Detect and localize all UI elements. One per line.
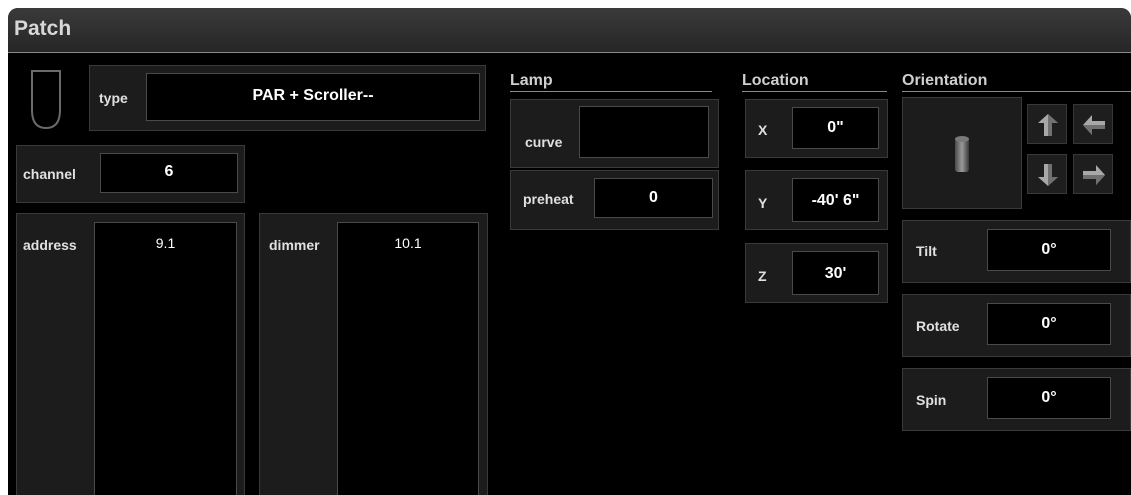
x-label: X <box>758 122 768 138</box>
patch-window: Patch type PAR + Scroller-- channel 6 ad… <box>8 8 1131 495</box>
type-value: PAR + Scroller-- <box>252 87 374 104</box>
preheat-panel: preheat 0 <box>510 170 719 230</box>
z-panel: Z 30' <box>745 243 888 303</box>
rotate-value: 0° <box>1041 315 1057 332</box>
dimmer-list[interactable]: 10.1 <box>337 222 479 495</box>
curve-field[interactable] <box>579 106 709 158</box>
x-field[interactable]: 0" <box>792 107 879 149</box>
rotate-panel: Rotate 0° <box>902 294 1131 357</box>
preheat-value: 0 <box>649 189 658 206</box>
spin-value: 0° <box>1041 389 1057 406</box>
z-value: 30' <box>824 265 847 282</box>
channel-value: 6 <box>164 163 174 180</box>
window-title: Patch <box>14 17 72 40</box>
y-value: -40' 6" <box>811 192 860 209</box>
x-value: 0" <box>827 119 844 136</box>
fixture-preview-icon <box>955 136 969 172</box>
lamp-section-title: Lamp <box>510 72 553 89</box>
rotate-left-button[interactable] <box>1073 104 1113 144</box>
rotate-field[interactable]: 0° <box>987 303 1111 345</box>
location-section-divider <box>742 91 887 92</box>
channel-panel: channel 6 <box>16 145 245 203</box>
y-field[interactable]: -40' 6" <box>792 178 879 222</box>
address-label: address <box>23 237 77 253</box>
tilt-field[interactable]: 0° <box>987 229 1111 271</box>
location-section-title: Location <box>742 72 809 89</box>
tilt-up-button[interactable] <box>1027 104 1067 144</box>
address-value: 9.1 <box>155 235 176 251</box>
rotate-label: Rotate <box>916 318 960 334</box>
tilt-panel: Tilt 0° <box>902 220 1131 283</box>
orientation-section-divider <box>902 91 1131 92</box>
z-label: Z <box>758 268 767 284</box>
x-panel: X 0" <box>745 99 888 158</box>
spin-field[interactable]: 0° <box>987 377 1111 419</box>
tilt-label: Tilt <box>916 243 937 259</box>
z-field[interactable]: 30' <box>792 251 879 295</box>
preheat-label: preheat <box>523 191 574 207</box>
y-panel: Y -40' 6" <box>745 170 888 230</box>
y-label: Y <box>758 195 768 211</box>
dimmer-value: 10.1 <box>394 235 422 251</box>
fixture-shape-icon <box>31 70 61 130</box>
title-bar: Patch <box>8 8 1131 52</box>
title-divider <box>8 52 1131 53</box>
dimmer-panel: dimmer 10.1 <box>259 213 488 495</box>
dimmer-label: dimmer <box>269 237 320 253</box>
rotate-right-button[interactable] <box>1073 154 1113 194</box>
curve-label: curve <box>525 134 563 150</box>
orientation-section-title: Orientation <box>902 72 988 89</box>
rotate-left-icon <box>1083 115 1105 135</box>
address-panel: address 9.1 <box>16 213 245 495</box>
channel-label: channel <box>23 166 76 182</box>
curve-panel: curve <box>510 99 719 168</box>
tilt-up-icon <box>1038 114 1058 136</box>
type-field[interactable]: PAR + Scroller-- <box>146 73 480 121</box>
orientation-preview <box>902 97 1022 209</box>
type-panel: type PAR + Scroller-- <box>89 65 486 131</box>
rotate-right-icon <box>1083 165 1105 185</box>
lamp-section-divider <box>510 91 712 92</box>
tilt-down-icon <box>1038 164 1058 186</box>
tilt-value: 0° <box>1041 241 1057 258</box>
type-label: type <box>99 90 128 106</box>
tilt-down-button[interactable] <box>1027 154 1067 194</box>
spin-label: Spin <box>916 392 947 408</box>
channel-field[interactable]: 6 <box>100 153 238 193</box>
address-list[interactable]: 9.1 <box>94 222 237 495</box>
spin-panel: Spin 0° <box>902 368 1131 431</box>
preheat-field[interactable]: 0 <box>594 178 713 218</box>
